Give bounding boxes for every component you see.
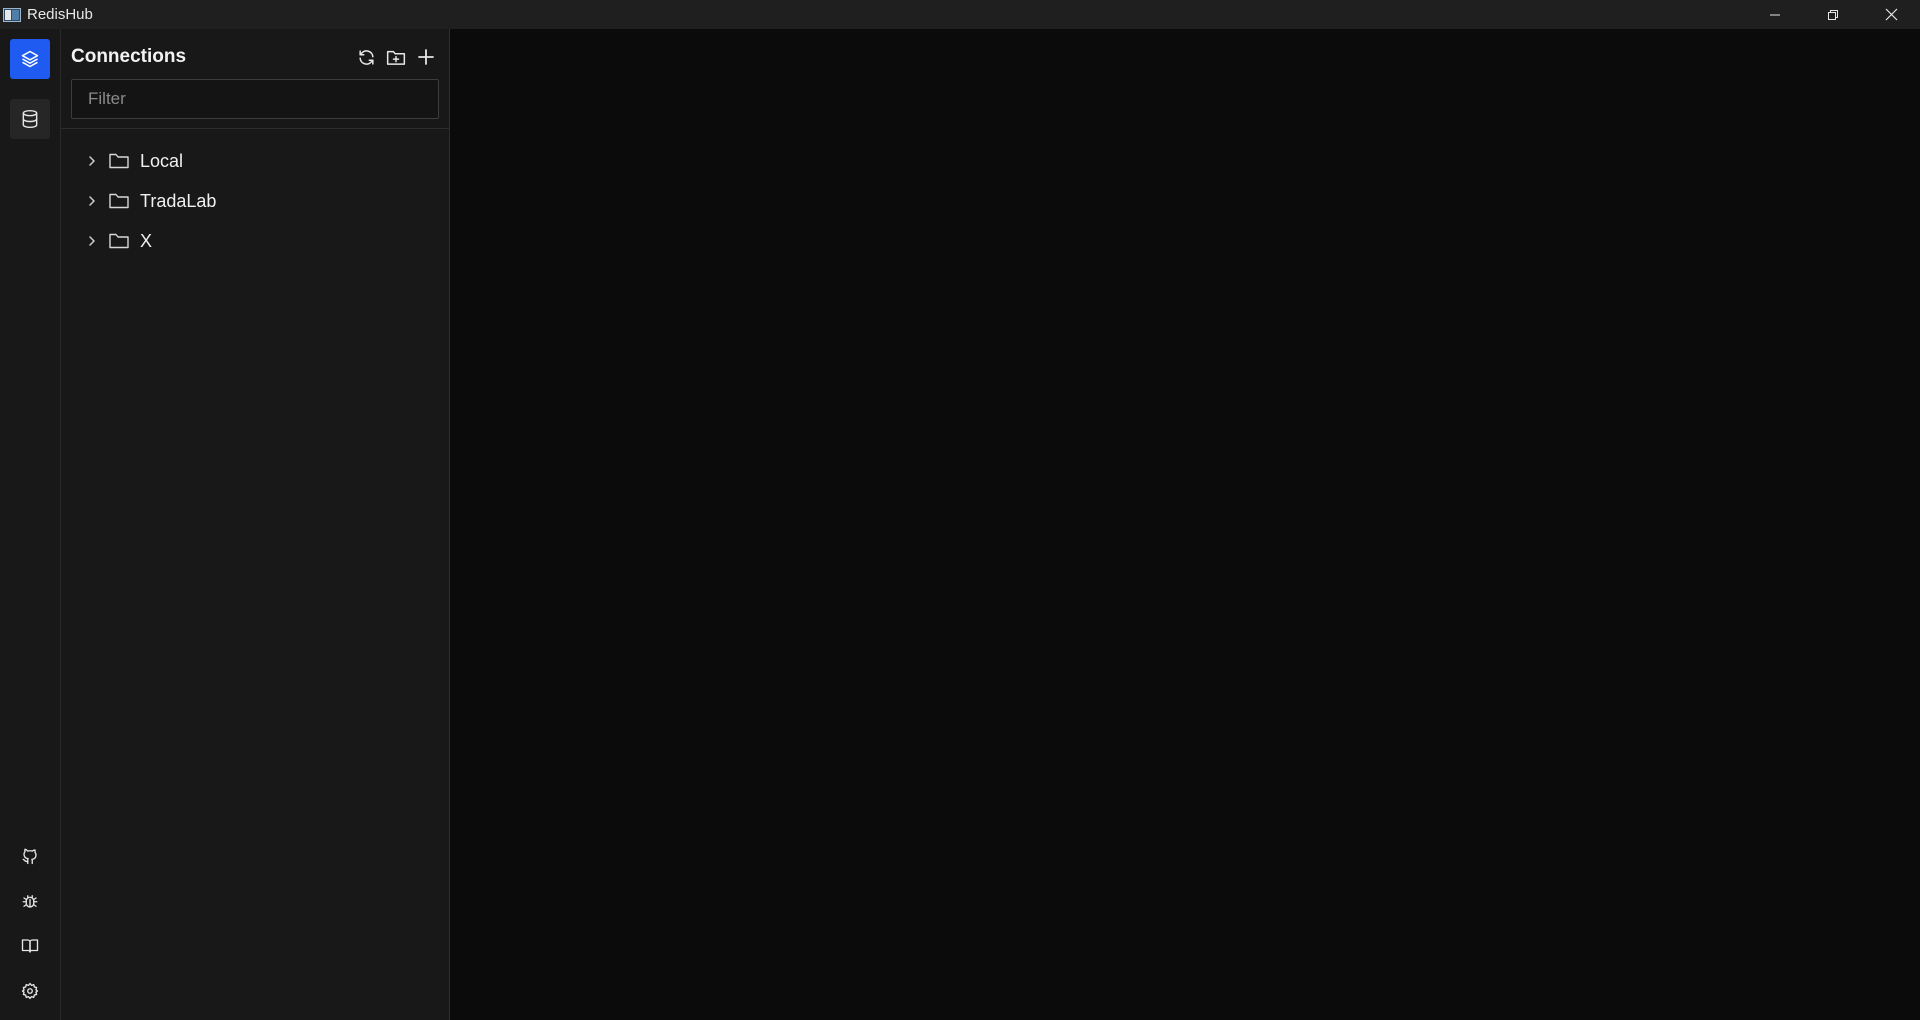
chevron-right-icon[interactable]: [84, 193, 100, 209]
close-button[interactable]: [1862, 0, 1920, 29]
connections-nav-button[interactable]: [10, 39, 50, 79]
debug-button[interactable]: [15, 886, 45, 916]
filter-input[interactable]: [71, 79, 439, 119]
chevron-right-icon[interactable]: [84, 153, 100, 169]
add-connection-button[interactable]: [412, 43, 440, 71]
new-folder-icon: [386, 50, 406, 65]
tree-item-label: Local: [140, 150, 184, 171]
github-icon: [22, 848, 37, 865]
github-button[interactable]: [15, 841, 45, 871]
new-folder-button[interactable]: [382, 43, 410, 71]
app-icon: [3, 7, 21, 22]
book-icon: [21, 939, 39, 953]
tree-item-tradalab[interactable]: TradaLab: [61, 181, 450, 221]
bug-icon: [22, 895, 38, 908]
sidebar-divider: [61, 128, 450, 129]
settings-button[interactable]: [15, 976, 45, 1006]
main-content-area: [451, 29, 1920, 1020]
layers-icon: [21, 50, 39, 68]
restore-button[interactable]: [1804, 0, 1862, 29]
folder-icon: [108, 232, 130, 250]
title-bar: RedisHub: [0, 0, 1920, 29]
minimize-icon: [1770, 14, 1780, 15]
sidebar-header: Connections: [71, 41, 440, 73]
restore-icon: [1828, 9, 1838, 20]
window-title: RedisHub: [27, 6, 93, 23]
tree-item-x[interactable]: X: [61, 221, 450, 261]
connection-tree: Local TradaLab X: [61, 141, 450, 261]
database-nav-button[interactable]: [10, 99, 50, 139]
window-controls: [1746, 0, 1920, 29]
tree-item-label: TradaLab: [140, 190, 217, 211]
tree-item-label: X: [140, 230, 153, 251]
chevron-right-icon[interactable]: [84, 233, 100, 249]
sidebar-title: Connections: [71, 46, 187, 67]
database-icon: [22, 109, 38, 129]
docs-button[interactable]: [15, 931, 45, 961]
folder-icon: [108, 192, 130, 210]
minimize-button[interactable]: [1746, 0, 1804, 29]
close-icon: [1885, 8, 1897, 21]
activity-bar: [0, 29, 61, 1020]
add-icon: [418, 49, 434, 65]
refresh-button[interactable]: [352, 43, 380, 71]
tree-item-local[interactable]: Local: [61, 141, 450, 181]
refresh-icon: [358, 49, 374, 65]
gear-icon: [21, 982, 39, 1000]
connections-sidebar: Connections Filter Local TradaLab X: [61, 29, 450, 1020]
folder-icon: [108, 152, 130, 170]
